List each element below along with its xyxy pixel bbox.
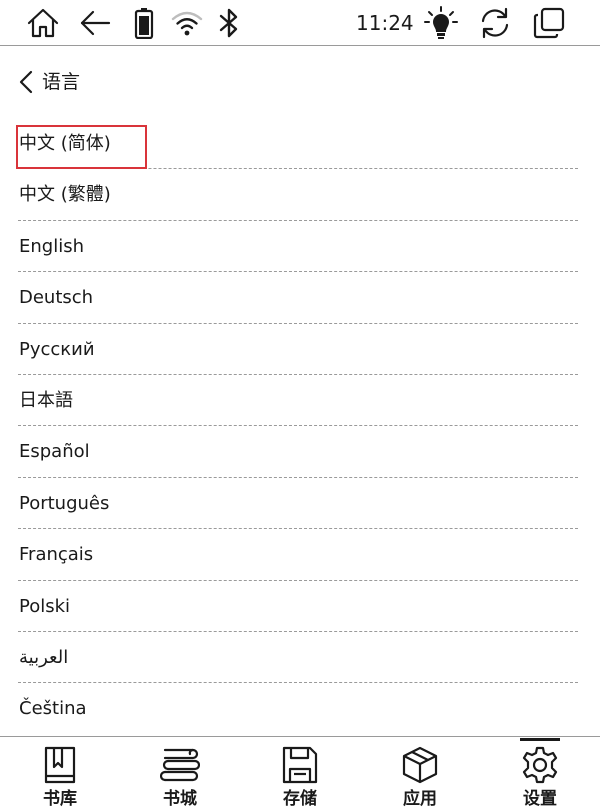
- language-label: Français: [19, 544, 94, 566]
- language-item-french[interactable]: Français: [18, 529, 578, 581]
- language-item-czech[interactable]: Čeština: [18, 683, 578, 734]
- home-icon[interactable]: [26, 6, 60, 40]
- battery-icon: [127, 6, 161, 40]
- clock-time: 11:24: [356, 11, 414, 35]
- nav-library[interactable]: 书库: [0, 737, 120, 810]
- language-label: English: [19, 235, 84, 257]
- language-settings-screen: 11:24 语言 中文 (简体) 中文 (繁體) English Deutsch…: [0, 0, 600, 810]
- status-bar: 11:24: [0, 0, 600, 46]
- storage-save-icon: [280, 745, 320, 785]
- language-item-zh-hant[interactable]: 中文 (繁體): [18, 169, 578, 221]
- language-label: 日本語: [19, 389, 73, 411]
- page-header: 语言: [0, 58, 600, 106]
- language-item-japanese[interactable]: 日本語: [18, 375, 578, 427]
- language-item-english[interactable]: English: [18, 221, 578, 273]
- nav-label: 书库: [43, 789, 77, 809]
- language-item-portuguese[interactable]: Português: [18, 478, 578, 530]
- language-label: Русский: [19, 338, 95, 360]
- refresh-icon[interactable]: [478, 6, 512, 40]
- wifi-icon[interactable]: [170, 6, 204, 40]
- nav-bookstore[interactable]: 书城: [120, 737, 240, 810]
- nav-storage[interactable]: 存储: [240, 737, 360, 810]
- nav-settings[interactable]: 设置: [480, 737, 600, 810]
- library-book-icon: [40, 745, 80, 785]
- language-label: Português: [19, 492, 110, 514]
- language-label: Deutsch: [19, 287, 94, 309]
- language-item-polish[interactable]: Polski: [18, 581, 578, 632]
- language-label: Čeština: [19, 698, 87, 720]
- language-item-spanish[interactable]: Español: [18, 426, 578, 478]
- chevron-left-icon[interactable]: [14, 68, 38, 96]
- frontlight-icon[interactable]: [424, 6, 458, 40]
- settings-gear-icon: [520, 745, 560, 785]
- bookstore-stack-icon: [160, 745, 200, 785]
- page-title: 语言: [42, 71, 81, 93]
- bluetooth-icon[interactable]: [212, 6, 246, 40]
- language-label: العربية: [19, 646, 69, 668]
- back-arrow-icon[interactable]: [78, 6, 112, 40]
- apps-cube-icon: [400, 745, 440, 785]
- language-label: Polski: [19, 595, 71, 617]
- language-label: Español: [19, 441, 90, 463]
- language-label: 中文 (简体): [19, 133, 111, 154]
- nav-apps[interactable]: 应用: [360, 737, 480, 810]
- active-indicator: [520, 738, 560, 741]
- nav-label: 设置: [523, 789, 557, 809]
- nav-label: 存储: [283, 789, 317, 809]
- nav-label: 书城: [163, 789, 197, 809]
- bottom-nav: 书库 书城 存储 应用 设置: [0, 736, 600, 810]
- language-label: 中文 (繁體): [19, 184, 111, 206]
- language-item-russian[interactable]: Русский: [18, 324, 578, 375]
- language-item-deutsch[interactable]: Deutsch: [18, 272, 578, 324]
- language-item-arabic[interactable]: العربية: [18, 632, 578, 684]
- multitask-icon[interactable]: [532, 6, 566, 40]
- nav-label: 应用: [403, 789, 437, 809]
- language-list: 中文 (简体) 中文 (繁體) English Deutsch Русский …: [16, 118, 578, 735]
- language-item-zh-hans[interactable]: 中文 (简体): [16, 118, 578, 170]
